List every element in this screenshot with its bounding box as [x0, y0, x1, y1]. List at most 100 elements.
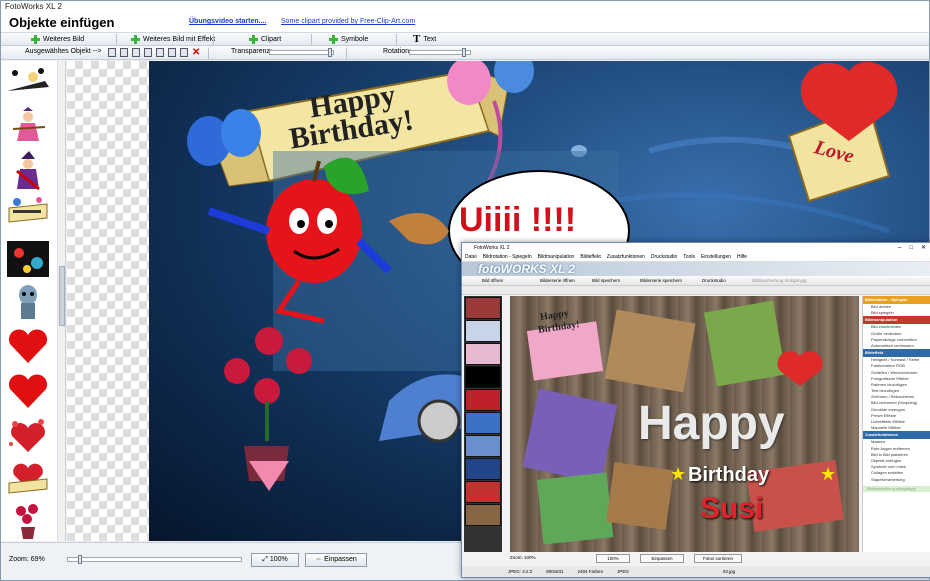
menu-rotation[interactable]: Bildrotation - Spiegeln	[483, 253, 532, 261]
fit-arrows-icon: ⇔	[315, 556, 325, 563]
duplicate-icon[interactable]	[168, 48, 176, 57]
open-image-tool[interactable]: Bild öffnen	[482, 276, 503, 286]
undo-tool[interactable]: Bildbearbeitung rückgängig	[752, 276, 807, 286]
zoom-100-button[interactable]: ⤢ 100%	[251, 553, 299, 567]
inner-fit-button[interactable]: Einpassen	[640, 554, 684, 563]
clipart-love-heart[interactable]	[5, 459, 51, 499]
inner-banner: fotoWORKS XL 2	[462, 262, 930, 276]
clipart-hearts-cluster[interactable]	[5, 416, 51, 456]
inner-thumbnails[interactable]	[464, 296, 502, 552]
panel-undo-button[interactable]: Bildbearbeitung rückgängig	[863, 485, 930, 492]
inner-happy-text: Happy	[638, 397, 785, 450]
fotoworks-window: FotoWorks XL 2 Objekte einfügen Übungsvi…	[0, 0, 930, 581]
thumb-9[interactable]	[465, 481, 501, 503]
fit-button[interactable]: ⇔ Einpassen	[305, 553, 367, 567]
add-image-button[interactable]: Weiteres Bild	[31, 34, 84, 45]
thumb-8[interactable]	[465, 458, 501, 480]
inner-sort-button[interactable]: Fotos sortieren	[694, 554, 742, 563]
menu-effekt[interactable]: Bildeffekt	[580, 253, 600, 261]
panel-header-manipulation[interactable]: Bildmanipulation	[863, 316, 930, 325]
clipart-roses-vase[interactable]	[5, 501, 51, 541]
minimize-icon[interactable]: –	[898, 243, 901, 253]
thumb-3[interactable]	[465, 343, 501, 365]
clipart-witch-fairy[interactable]	[5, 107, 51, 147]
maximize-icon[interactable]: □	[909, 243, 913, 253]
thumb-1[interactable]	[465, 297, 501, 319]
sidebar-scrollbar-thumb[interactable]	[59, 266, 65, 326]
object-toolbar: Ausgewähltes Objekt --> ✕ Transparenz: R…	[1, 46, 929, 60]
open-series-tool[interactable]: Bilderserie öffnen	[540, 276, 575, 286]
inner-susi-text: Susi	[700, 492, 764, 525]
inner-logo: fotoWORKS XL 2	[478, 262, 576, 276]
save-image-tool[interactable]: Bild speichern	[592, 276, 620, 286]
panel-header-zusatz[interactable]: Zusatzfunktionen	[863, 431, 930, 440]
menu-zusatz[interactable]: Zusatzfunktionen	[607, 253, 645, 261]
sidebar-scrollbar[interactable]	[57, 61, 65, 541]
plus-icon	[131, 35, 140, 44]
thumb-10[interactable]	[465, 504, 501, 526]
delete-x-icon[interactable]: ✕	[192, 48, 200, 58]
layer-back-icon[interactable]	[120, 48, 128, 57]
clipart-witch-broom[interactable]	[5, 65, 51, 105]
inner-window-controls: – □ ✕	[898, 243, 926, 253]
zoom-slider-thumb[interactable]	[78, 555, 82, 564]
thumb-5[interactable]	[465, 389, 501, 411]
inner-window-title: FotoWorks XL 2	[462, 243, 930, 253]
zoom-label: Zoom: 69%	[9, 556, 45, 563]
menu-einstellungen[interactable]: Einstellungen	[701, 253, 731, 261]
transparency-slider-thumb[interactable]	[328, 48, 332, 57]
add-image-effect-button[interactable]: Weiteres Bild mit Effekt	[131, 34, 215, 45]
transparency-slider[interactable]	[269, 48, 334, 57]
close-icon[interactable]: ✕	[921, 243, 926, 253]
inner-zoom-label: Zoom: 100%	[510, 555, 536, 560]
clipart-heart-1[interactable]	[5, 326, 51, 366]
menu-tools[interactable]: Tools	[683, 253, 695, 261]
inner-icon-toolbar	[462, 286, 930, 295]
clipart-dark-photo[interactable]	[5, 239, 51, 279]
inner-menu-bar: Datei Bildrotation - Spiegeln Bildmanipu…	[462, 253, 930, 262]
layer-front-icon[interactable]	[108, 48, 116, 57]
thumb-6[interactable]	[465, 412, 501, 434]
clipart-witch[interactable]	[5, 151, 51, 191]
video-link[interactable]: Übungsvideo starten....	[189, 18, 266, 25]
clipart-alien[interactable]	[5, 283, 51, 323]
print-studio-tool[interactable]: Druckstudio	[702, 276, 726, 286]
clipart-button[interactable]: Clipart	[249, 34, 281, 45]
page-header: Objekte einfügen Übungsvideo starten....…	[1, 13, 929, 33]
inner-birthday-text: Birthday	[688, 464, 770, 486]
menu-manipulation[interactable]: Bildmanipulation	[538, 253, 575, 261]
thumb-7[interactable]	[465, 435, 501, 457]
transparency-label: Transparenz:	[231, 48, 272, 55]
menu-hilfe[interactable]: Hilfe	[737, 253, 747, 261]
text-button[interactable]: T Text	[413, 34, 436, 45]
menu-druck[interactable]: Druckstudio	[651, 253, 677, 261]
crop-icon[interactable]	[144, 48, 152, 57]
inner-zoom-100-button[interactable]: 100%	[596, 554, 630, 563]
zoom-slider[interactable]	[67, 555, 242, 564]
panel-header-effekt[interactable]: Bildeffekt	[863, 349, 930, 358]
delete-small-icon[interactable]	[156, 48, 164, 57]
panel-header-rotation[interactable]: Bildrotation - Spiegeln	[863, 296, 930, 304]
clipart-credit-link[interactable]: Some clipart provided by Free-Clip-Art.c…	[281, 18, 415, 25]
paste-icon[interactable]	[180, 48, 188, 57]
status-size: 800x531	[546, 569, 564, 574]
inner-canvas[interactable]: Happy Birthday Susi Happy Birthday! ★ ★	[510, 296, 859, 552]
inner-fotoworks-window[interactable]: FotoWorks XL 2 – □ ✕ Datei Bildrotation …	[461, 242, 930, 578]
rotation-label: Rotation:	[383, 48, 412, 55]
copy-icon[interactable]	[132, 48, 140, 57]
thumb-4[interactable]	[465, 366, 501, 388]
page-title: Objekte einfügen	[9, 15, 115, 30]
rotation-slider[interactable]	[409, 48, 471, 57]
inner-function-panel: Bildrotation - Spiegeln Bild drehen Bild…	[862, 296, 930, 552]
panel-item[interactable]: Stapelverarbeitung	[863, 477, 930, 483]
clipart-heart-2[interactable]	[5, 371, 51, 411]
plus-icon	[329, 35, 338, 44]
menu-datei[interactable]: Datei	[465, 253, 477, 261]
thumb-2[interactable]	[465, 320, 501, 342]
text-t-icon: T	[413, 33, 421, 45]
clipart-birthday-banner[interactable]	[5, 196, 51, 236]
window-title: FotoWorks XL 2	[1, 1, 929, 13]
symbols-button[interactable]: Symbole	[329, 34, 368, 45]
save-series-tool[interactable]: Bilderserie speichern	[640, 276, 682, 286]
rotation-slider-thumb[interactable]	[462, 48, 466, 57]
